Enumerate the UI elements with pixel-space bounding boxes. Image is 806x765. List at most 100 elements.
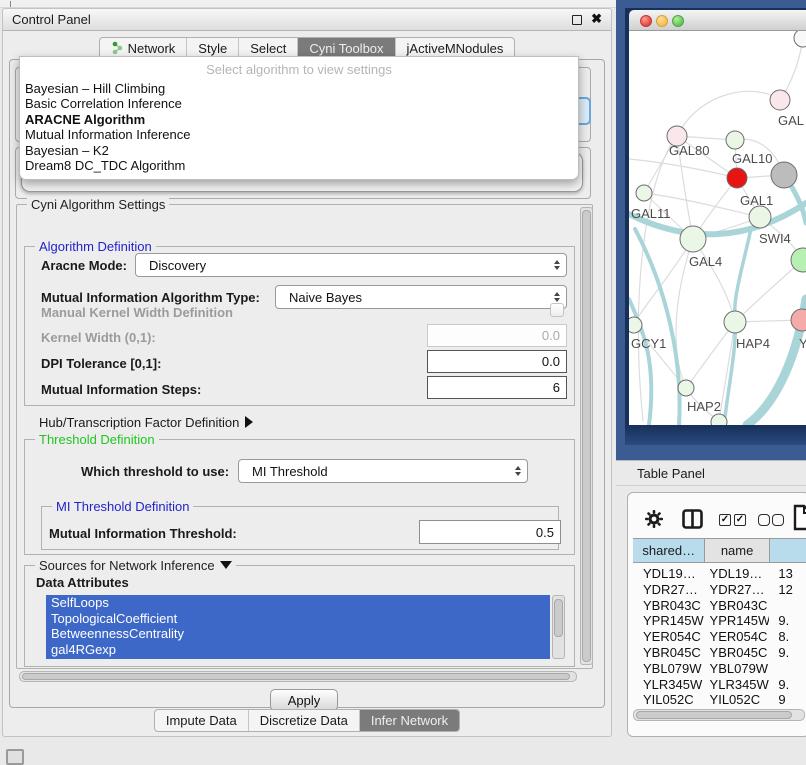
aracne-mode-select[interactable]: Discovery [135,253,567,277]
table-cell: YPR145W [706,613,770,629]
table-cell [769,598,806,614]
network-node[interactable] [711,414,727,425]
gear-icon[interactable] [645,510,663,533]
network-node[interactable] [794,31,806,47]
network-edge[interactable] [686,322,735,388]
control-panel-titlebar: Control Panel ✖ [3,9,611,31]
table-row[interactable]: YPR145WYPR145W9. [633,613,806,629]
algorithm-option-bayesian-hill-climbing[interactable]: Bayesian – Hill Climbing [20,81,578,96]
manual-kernel-checkbox[interactable] [550,303,564,317]
table-row[interactable]: YDR27…YDR27…12 [633,582,806,598]
kernel-width-field[interactable] [427,324,567,347]
tab-discretize-data[interactable]: Discretize Data [248,710,359,731]
table-cell: YDL19… [706,566,770,582]
table-row[interactable]: YBR043CYBR043C [633,598,806,614]
dpi-tolerance-field[interactable] [427,350,567,373]
network-node-gal1[interactable] [727,168,747,188]
mi-algorithm-type-label: Mutual Information Algorithm Type: [41,290,260,305]
mi-steps-field[interactable] [427,376,567,399]
network-node-gal[interactable] [770,90,790,110]
attribute-item-topologicalcoefficient[interactable]: TopologicalCoefficient [46,611,550,627]
manual-kernel-label: Manual Kernel Width Definition [41,305,233,320]
checked-checkbox-icon[interactable]: ✓ [734,514,746,526]
network-node-gal10[interactable] [726,131,744,149]
attribute-item-betweennesscentrality[interactable]: BetweennessCentrality [46,626,550,642]
network-node-gcy1[interactable] [629,317,642,333]
control-panel-window: Control Panel ✖ NetworkStyleSelectCyni T… [2,8,612,737]
algorithm-dropdown-overlay: Select algorithm to view settings Bayesi… [19,56,579,180]
column-header-name[interactable]: name [705,539,769,562]
network-node-gal4[interactable] [680,226,706,252]
aracne-mode-label: Aracne Mode: [41,258,127,273]
file-icon[interactable] [793,504,806,536]
table-row[interactable]: YER054CYER054C8. [633,629,806,645]
table-row[interactable]: YBL079WYBL079W [633,661,806,677]
control-panel-title: Control Panel [12,12,91,27]
data-attributes-list[interactable]: SelfLoopsTopologicalCoefficientBetweenne… [46,595,550,659]
network-node-hap2[interactable] [678,380,694,396]
bottom-tab-bar: Impute Data Discretize DataInfer Network [3,709,611,732]
mi-algorithm-type-select[interactable]: Naive Bayes [275,285,567,309]
which-threshold-select[interactable]: MI Threshold [238,459,528,483]
table-cell: 8. [769,629,806,645]
column-header-partial[interactable] [770,539,806,562]
table-row[interactable]: YIL052CYIL052C9 [633,692,806,706]
close-traffic-light-icon[interactable] [640,15,652,27]
checked-checkbox-icon[interactable]: ✓ [719,514,731,526]
table-cell: 12 [769,582,806,598]
table-row[interactable]: YBR045CYBR045C9. [633,645,806,661]
algorithm-option-basic-correlation-inference[interactable]: Basic Correlation Inference [20,96,578,111]
table-row[interactable]: YLR345WYLR345W9. [633,677,806,693]
algorithm-option-bayesian-k2[interactable]: Bayesian – K2 [20,143,578,158]
hub-definition-toggle[interactable]: Hub/Transcription Factor Definition [39,415,253,430]
network-node-gal11[interactable] [636,185,652,201]
table-cell: YER054C [706,629,770,645]
network-edge[interactable] [693,239,735,322]
algorithm-option-dream8-dc-tdc-algorithm[interactable]: Dream8 DC_TDC Algorithm [20,158,578,173]
table-cell: YBL079W [633,661,706,677]
table-cell: YIL052C [633,692,706,706]
table-horizontal-scrollbar[interactable] [633,709,805,721]
unchecked-checkbox-icon[interactable] [758,514,770,526]
table-cell: YIL052C [706,692,770,706]
hub-definition-label: Hub/Transcription Factor Definition [39,415,239,430]
network-node-swi4[interactable] [749,206,771,228]
close-icon[interactable]: ✖ [591,11,602,27]
tab-label: Style [198,41,227,56]
table-cell: 9. [769,645,806,661]
settings-horizontal-scrollbar[interactable] [19,671,577,682]
column-header-shared[interactable]: shared… [633,539,705,562]
algorithm-option-aracne-algorithm[interactable]: ARACNE Algorithm [20,112,578,127]
apply-button[interactable]: Apply [270,689,338,711]
network-edge[interactable] [677,91,780,136]
settings-vertical-scrollbar[interactable] [580,207,593,665]
tab-label: Cyni Toolbox [309,41,383,56]
tab-label: Impute Data [166,713,237,728]
columns-icon[interactable] [682,509,703,534]
table-row[interactable]: YDL19…YDL19…13 [633,566,806,582]
network-node-y[interactable] [791,309,806,331]
mi-threshold-field[interactable] [419,520,561,544]
network-edge[interactable] [735,260,803,322]
attributes-scrollbar[interactable] [552,595,565,659]
sources-legend[interactable]: Sources for Network Inference [35,558,236,573]
table-cell: 9. [769,677,806,693]
table-panel-title: Table Panel [637,466,705,481]
network-window-titlebar[interactable] [629,10,806,31]
algorithm-option-mutual-information-inference[interactable]: Mutual Information Inference [20,127,578,142]
attribute-item-selfloops[interactable]: SelfLoops [46,595,550,611]
expand-right-icon [245,416,253,428]
minimize-traffic-light-icon[interactable] [656,15,668,27]
zoom-traffic-light-icon[interactable] [672,15,684,27]
attribute-item-gal4rgexp[interactable]: gal4RGexp [46,642,550,658]
unchecked-checkbox-icon[interactable] [772,514,784,526]
network-node[interactable] [771,162,797,188]
float-window-icon[interactable] [572,15,582,25]
tab-infer-network[interactable]: Infer Network [359,710,459,731]
network-canvas[interactable]: GALGAL80GAL10GAL1GAL11SWI4GAL4GCY1HAP4YH… [629,31,806,425]
network-node-hap4[interactable] [724,311,746,333]
table-panel-card: ✓ ✓ shared…name YDL19…YDL19…13YDR27…YDR2… [627,492,806,737]
tab-impute-data[interactable]: Impute Data [155,710,248,731]
table-header[interactable]: shared…name [633,538,806,563]
collapsed-panel-icon[interactable] [6,749,24,765]
